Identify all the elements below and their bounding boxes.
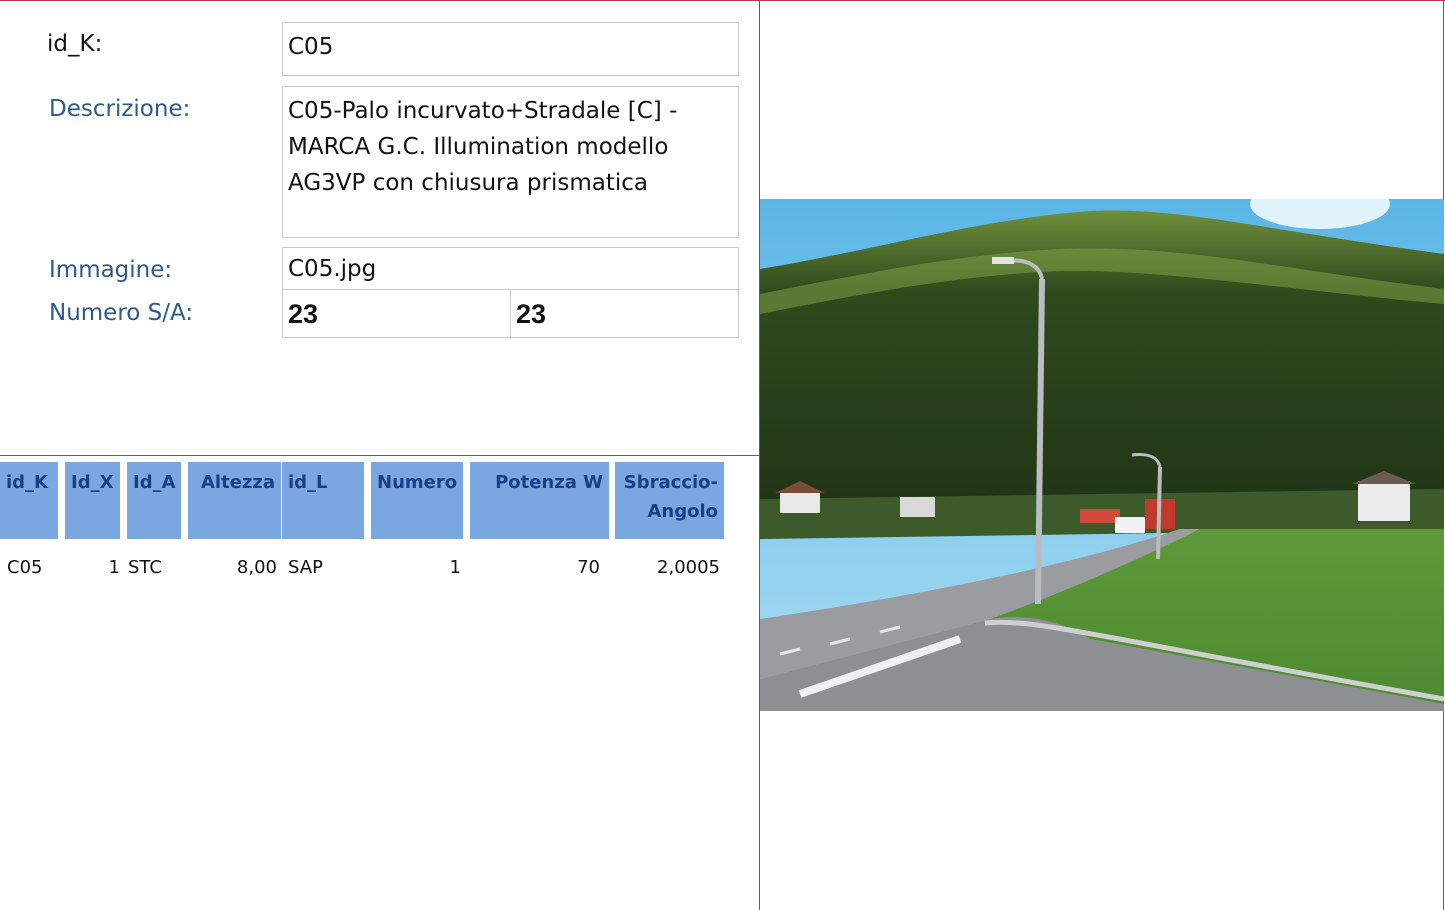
cell-id-l: SAP (288, 557, 323, 578)
col-header-id-l: id_L (282, 462, 364, 539)
immagine-label: Immagine: (49, 257, 173, 283)
col-header-id-a: Id_A (127, 462, 181, 539)
numero-a-field[interactable]: 23 (510, 289, 739, 338)
cell-sbraccio: 2,0005 (657, 557, 720, 578)
col-header-numero: Numero (371, 462, 463, 539)
col-header-potenza: Potenza W (470, 462, 609, 539)
col-header-id-x: Id_X (65, 462, 120, 539)
col-header-altezza: Altezza (188, 462, 281, 539)
id-k-label: id_K: (47, 31, 103, 57)
cell-id-x: 1 (108, 557, 120, 578)
col-header-id-k: id_K (0, 462, 58, 539)
descrizione-label: Descrizione: (49, 96, 191, 122)
cell-numero: 1 (449, 557, 461, 578)
descrizione-field[interactable]: C05-Palo incurvato+Stradale [C] - MARCA … (282, 86, 739, 238)
id-k-field[interactable]: C05 (282, 22, 739, 76)
streetlight-photo (760, 199, 1444, 711)
cell-altezza: 8,00 (236, 557, 277, 578)
cell-potenza: 70 (577, 557, 600, 578)
section-divider (0, 455, 760, 456)
numero-s-field[interactable]: 23 (282, 289, 511, 338)
cell-id-a: STC (128, 557, 162, 578)
top-border (0, 0, 1445, 1)
cell-id-k: C05 (7, 557, 43, 578)
col-header-sbraccio: Sbraccio-Angolo (615, 462, 724, 539)
immagine-field[interactable]: C05.jpg (282, 247, 739, 290)
numero-label: Numero S/A: (49, 300, 194, 326)
